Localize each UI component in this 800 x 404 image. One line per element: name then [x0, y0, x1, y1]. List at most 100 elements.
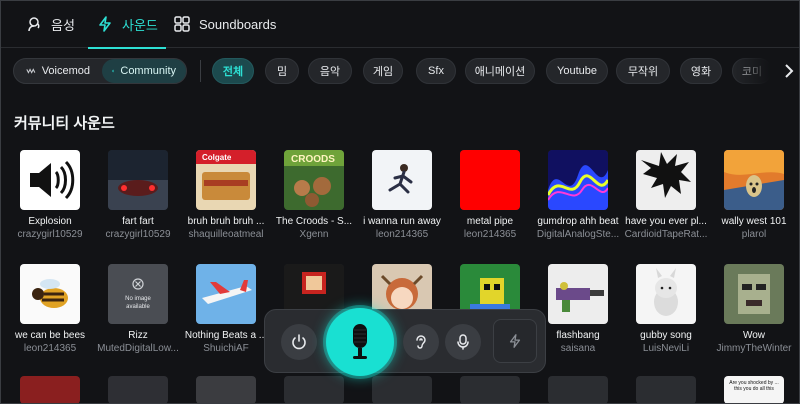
source-toggle: Voicemod Community: [13, 58, 187, 84]
category-chip[interactable]: 게임: [363, 58, 403, 84]
sound-name: gumdrop ahh beat: [537, 216, 619, 227]
grid-icon: [174, 16, 190, 32]
sound-name: The Croods - S...: [275, 216, 353, 227]
sound-card[interactable]: CROODS The Croods - S... Xgenn: [271, 150, 357, 240]
voicemod-toggle-button[interactable]: Voicemod: [16, 59, 100, 83]
sound-name: Explosion: [28, 216, 72, 227]
sound-card[interactable]: [183, 376, 269, 404]
sound-thumbnail: [196, 264, 256, 324]
microphone-outline-icon: [457, 334, 469, 350]
sound-card[interactable]: [271, 376, 357, 404]
sound-name: flashbang: [556, 330, 600, 341]
sound-author: JimmyTheWinter: [716, 343, 792, 354]
sound-card[interactable]: flashbang saisana: [535, 264, 621, 354]
sound-thumbnail: CROODS: [284, 150, 344, 210]
sound-card[interactable]: [623, 376, 709, 404]
globe-icon: [112, 69, 115, 73]
category-chip[interactable]: 전체: [212, 58, 254, 84]
sound-card[interactable]: [359, 376, 445, 404]
category-chip[interactable]: 밈: [265, 58, 299, 84]
sound-author: leon214365: [375, 229, 429, 240]
tab-voice[interactable]: 음성: [25, 0, 75, 48]
sound-author: leon214365: [463, 229, 517, 240]
svg-text:CROODS: CROODS: [291, 154, 335, 165]
filter-bar: Voicemod Community 전체 밈 음악 게임 Sfx 애니메이션 Youtub…: [0, 58, 800, 86]
community-toggle-button[interactable]: Community: [102, 59, 186, 83]
category-chip[interactable]: 무작위: [616, 58, 670, 84]
sound-name: have you ever pl...: [625, 216, 707, 227]
thumbnail-caption: Are you shocked by ... this you do all t…: [729, 380, 779, 392]
sound-author: CardioidTapeRat...: [624, 229, 708, 240]
sound-card[interactable]: No image available Rizz MutedDigitalLow...: [95, 264, 181, 354]
sound-card[interactable]: metal pipe leon214365: [447, 150, 533, 240]
sound-card[interactable]: Are you shocked by ... this you do all t…: [711, 376, 797, 404]
sound-card[interactable]: Explosion crazygirl10529: [7, 150, 93, 240]
community-label: Community: [120, 65, 176, 77]
voice-icon: [28, 17, 40, 32]
chevron-right-icon: [785, 64, 794, 78]
sound-card[interactable]: Nothing Beats a ... ShuichiAF: [183, 264, 269, 354]
sound-thumbnail: Are you shocked by ... this you do all t…: [724, 376, 784, 404]
sound-thumbnail: [20, 150, 80, 210]
sound-name: Rizz: [128, 330, 148, 341]
sound-card[interactable]: fart fart crazygirl10529: [95, 150, 181, 240]
sound-card[interactable]: we can be bees leon214365: [7, 264, 93, 354]
sound-author: MutedDigitalLow...: [97, 343, 179, 354]
tab-soundboards[interactable]: Soundboards: [173, 0, 276, 48]
sound-thumbnail: Colgate: [196, 150, 256, 210]
sound-thumbnail: [548, 264, 608, 324]
hear-myself-button[interactable]: [403, 324, 439, 360]
sound-card[interactable]: i wanna run away leon214365: [359, 150, 445, 240]
voice-changer-mic-button[interactable]: [326, 308, 394, 376]
sound-card[interactable]: have you ever pl... CardioidTapeRat...: [623, 150, 709, 240]
sound-thumbnail: [196, 376, 256, 404]
svg-text:Colgate: Colgate: [202, 153, 232, 162]
category-chip[interactable]: 영화: [680, 58, 722, 84]
sound-card[interactable]: [447, 376, 533, 404]
chip-fade: [730, 58, 780, 84]
voicemod-logo-icon: [26, 68, 36, 74]
sound-thumbnail: [636, 376, 696, 404]
sound-thumbnail: [20, 264, 80, 324]
mic-settings-button[interactable]: [445, 324, 481, 360]
sound-thumbnail: [372, 376, 432, 404]
soundboard-toggle-button[interactable]: [493, 319, 537, 363]
scroll-right-button[interactable]: [780, 61, 798, 81]
svg-text:available: available: [126, 304, 150, 310]
power-button[interactable]: [281, 324, 317, 360]
sound-card[interactable]: Wow JimmyTheWinter: [711, 264, 797, 354]
sound-card[interactable]: [535, 376, 621, 404]
sound-name: Nothing Beats a ...: [184, 330, 268, 341]
tab-voice-label: 음성: [51, 17, 75, 33]
sound-thumbnail: [548, 150, 608, 210]
sound-card[interactable]: gubby song LuisNeviLi: [623, 264, 709, 354]
sound-thumbnail: No image available: [108, 264, 168, 324]
sound-author: Xgenn: [299, 229, 329, 240]
sound-author: shaquilleoatmeal: [188, 229, 264, 240]
tab-sound-label: 사운드: [122, 17, 158, 33]
sound-thumbnail: [460, 376, 520, 404]
sound-author: DigitalAnalogSte...: [536, 229, 620, 240]
sound-card[interactable]: [95, 376, 181, 404]
sound-thumbnail: [460, 150, 520, 210]
tab-soundboards-label: Soundboards: [199, 16, 277, 32]
sound-thumbnail: [284, 376, 344, 404]
category-chip[interactable]: 애니메이션: [465, 58, 535, 84]
sound-name: Wow: [742, 330, 766, 341]
sound-author: saisana: [560, 343, 596, 354]
sound-author: plarol: [741, 229, 767, 240]
category-chip[interactable]: Youtube: [546, 58, 608, 84]
sound-card[interactable]: [7, 376, 93, 404]
ear-icon: [416, 335, 426, 349]
category-chip[interactable]: Sfx: [416, 58, 456, 84]
sound-author: LuisNeviLi: [642, 343, 690, 354]
sound-thumbnail: [372, 150, 432, 210]
sound-name: wally west 101: [721, 216, 787, 227]
sound-name: gubby song: [640, 330, 692, 341]
sound-card[interactable]: Colgate bruh bruh bruh ... shaquilleoatmea…: [183, 150, 269, 240]
bolt-outline-icon: [509, 334, 521, 348]
sound-card[interactable]: gumdrop ahh beat DigitalAnalogSte...: [535, 150, 621, 240]
category-chip[interactable]: 음악: [308, 58, 352, 84]
tab-sound[interactable]: 사운드: [88, 0, 166, 49]
sound-card[interactable]: wally west 101 plarol: [711, 150, 797, 240]
